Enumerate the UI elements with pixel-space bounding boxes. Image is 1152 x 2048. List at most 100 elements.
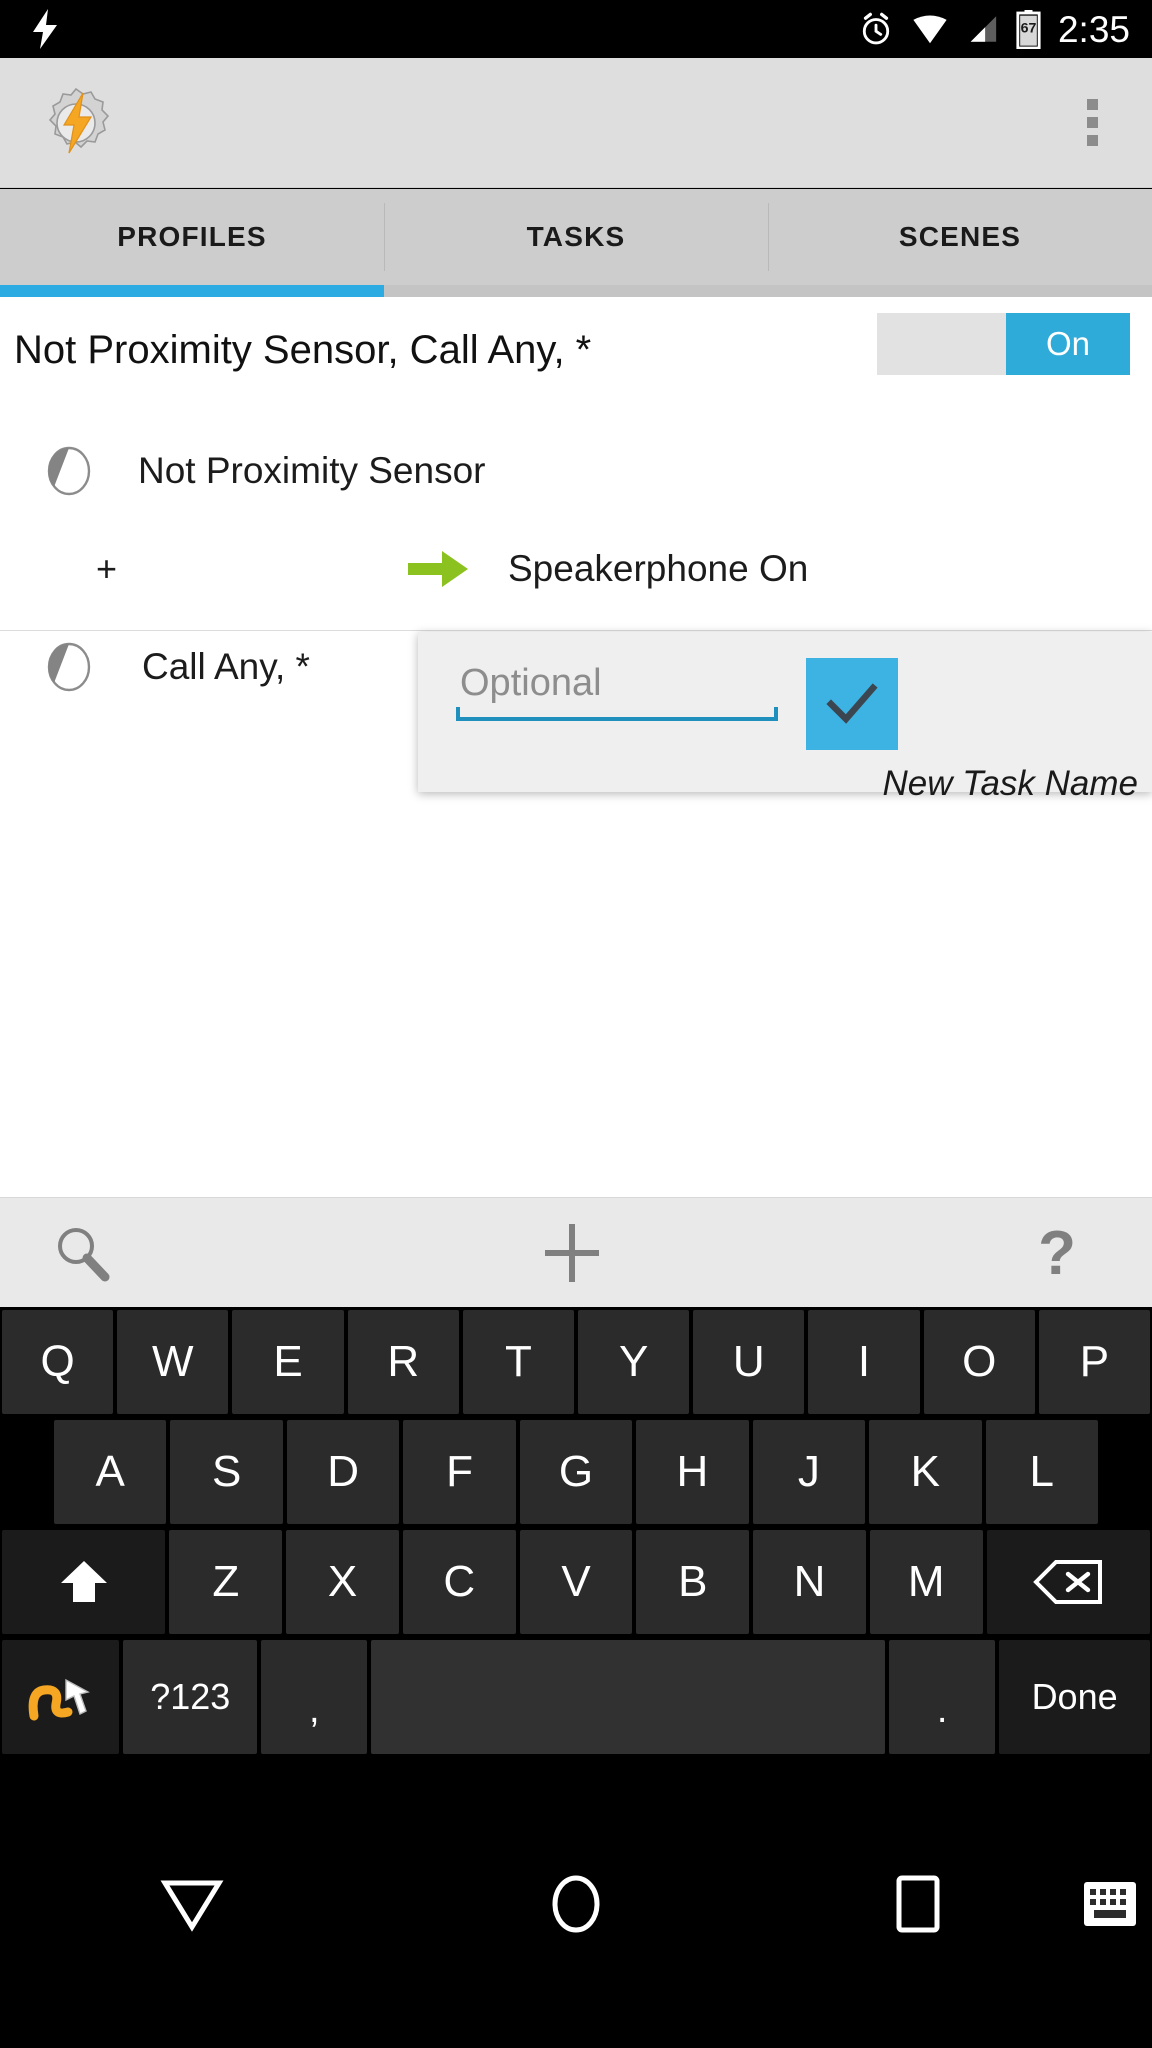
dialog-input-row [418, 658, 1152, 750]
keyboard-row-4: ?123 , . Done [0, 1637, 1152, 1757]
key-j[interactable]: J [752, 1420, 866, 1524]
toggle-knob: On [1006, 313, 1130, 375]
overflow-dot [1087, 117, 1098, 128]
task-name-input-wrap [456, 658, 778, 721]
nav-recents-button[interactable] [768, 1760, 1068, 2048]
tasker-logo-icon[interactable] [36, 83, 116, 163]
key-o[interactable]: O [923, 1310, 1035, 1414]
overflow-dot [1087, 99, 1098, 110]
period-key[interactable]: . [889, 1640, 996, 1754]
context-label-1: Not Proximity Sensor [138, 450, 486, 491]
key-v[interactable]: V [519, 1530, 633, 1634]
swipe-gesture-key[interactable] [2, 1640, 120, 1754]
add-icon [545, 1223, 599, 1282]
key-n[interactable]: N [753, 1530, 866, 1634]
add-button[interactable] [502, 1218, 642, 1288]
android-screen: 67 2:35 PROFILES TASKS SCENES Not Proxim… [0, 0, 1152, 2048]
symbols-key[interactable]: ?123 [123, 1640, 258, 1754]
tab-indicator-active [0, 285, 384, 297]
key-y[interactable]: Y [578, 1310, 690, 1414]
key-f[interactable]: F [403, 1420, 516, 1524]
tab-scenes-label: SCENES [898, 221, 1022, 252]
done-key[interactable]: Done [999, 1640, 1150, 1754]
key-z[interactable]: Z [169, 1530, 283, 1634]
cellular-signal-icon [970, 16, 997, 42]
tab-scenes[interactable]: SCENES [768, 189, 1152, 285]
backspace-key[interactable] [986, 1530, 1151, 1634]
confirm-task-name-button[interactable] [806, 658, 898, 750]
context-plus-sign: + [96, 548, 118, 589]
tab-indicator-inactive [768, 285, 1152, 297]
key-l[interactable]: L [985, 1420, 1098, 1524]
lightning-bolt-icon [33, 9, 57, 49]
key-i[interactable]: I [808, 1310, 920, 1414]
key-d[interactable]: D [286, 1420, 400, 1524]
profile-action-row[interactable]: + Speakerphone On [0, 521, 1152, 617]
state-context-icon [46, 446, 92, 496]
tab-tasks[interactable]: TASKS [384, 189, 768, 285]
key-h[interactable]: H [636, 1420, 749, 1524]
key-r[interactable]: R [347, 1310, 459, 1414]
key-x[interactable]: X [286, 1530, 399, 1634]
key-e[interactable]: E [232, 1310, 344, 1414]
overflow-dot [1087, 135, 1098, 146]
new-task-name-dialog: New Task Name [418, 632, 1152, 803]
nav-home-button[interactable] [384, 1760, 768, 2048]
keyboard-icon [1084, 1882, 1136, 1926]
profile-enable-toggle[interactable]: On [877, 313, 1130, 375]
help-button[interactable]: ? [1002, 1220, 1112, 1286]
keyboard-row-1: Q W E R T Y U I O P [0, 1307, 1152, 1417]
battery-icon: 67 [1016, 10, 1041, 49]
key-u[interactable]: U [693, 1310, 805, 1414]
alarm-clock-icon [862, 12, 890, 45]
profile-title: Not Proximity Sensor, Call Any, * [14, 327, 592, 372]
key-p[interactable]: P [1038, 1310, 1151, 1414]
context-row-1[interactable]: Not Proximity Sensor [0, 421, 1152, 521]
tab-profiles[interactable]: PROFILES [0, 189, 384, 285]
key-w[interactable]: W [117, 1310, 229, 1414]
key-s[interactable]: S [170, 1420, 283, 1524]
profile-header[interactable]: Not Proximity Sensor, Call Any, * On [0, 297, 1152, 403]
input-underline [456, 707, 778, 721]
list-divider [0, 630, 1152, 631]
dialog-caption: New Task Name [882, 764, 1138, 803]
key-b[interactable]: B [636, 1530, 750, 1634]
checkmark-icon [826, 683, 878, 724]
nav-back-button[interactable] [0, 1760, 384, 2048]
space-key[interactable] [371, 1640, 886, 1754]
key-q[interactable]: Q [2, 1310, 114, 1414]
help-icon: ? [1038, 1220, 1076, 1286]
shift-key[interactable] [2, 1530, 166, 1634]
wifi-icon [913, 15, 947, 44]
search-icon [58, 1227, 110, 1281]
context-label-2: Call Any, * [142, 646, 310, 687]
overflow-menu-icon[interactable] [1073, 87, 1112, 158]
search-button[interactable] [22, 1222, 142, 1284]
status-bar-right: 67 2:35 [857, 9, 1130, 49]
back-triangle-icon [160, 1880, 224, 1932]
green-right-arrow-icon [406, 544, 472, 594]
battery-level-text: 67 [1021, 21, 1037, 37]
key-a[interactable]: A [54, 1420, 167, 1524]
swipe-gesture-icon [28, 1678, 90, 1721]
tab-profiles-label: PROFILES [117, 221, 267, 252]
status-bar-left [26, 7, 64, 51]
status-bar-clock: 2:35 [1057, 8, 1130, 50]
recents-square-icon [896, 1875, 940, 1933]
key-k[interactable]: K [869, 1420, 982, 1524]
task-name-input[interactable] [456, 662, 778, 717]
tab-indicator-inactive [384, 285, 768, 297]
status-bar: 67 2:35 [0, 0, 1152, 58]
tab-tasks-label: TASKS [526, 221, 626, 252]
backspace-icon [1033, 1560, 1103, 1604]
key-g[interactable]: G [519, 1420, 633, 1524]
key-t[interactable]: T [462, 1310, 575, 1414]
nav-keyboard-button[interactable] [1068, 1760, 1152, 2048]
bottom-toolbar: ? [0, 1197, 1152, 1307]
key-m[interactable]: M [869, 1530, 983, 1634]
key-c[interactable]: C [402, 1530, 516, 1634]
state-context-icon [46, 642, 92, 692]
tab-bar: PROFILES TASKS SCENES [0, 189, 1152, 285]
comma-key[interactable]: , [261, 1640, 368, 1754]
tab-indicator-row [0, 285, 1152, 297]
